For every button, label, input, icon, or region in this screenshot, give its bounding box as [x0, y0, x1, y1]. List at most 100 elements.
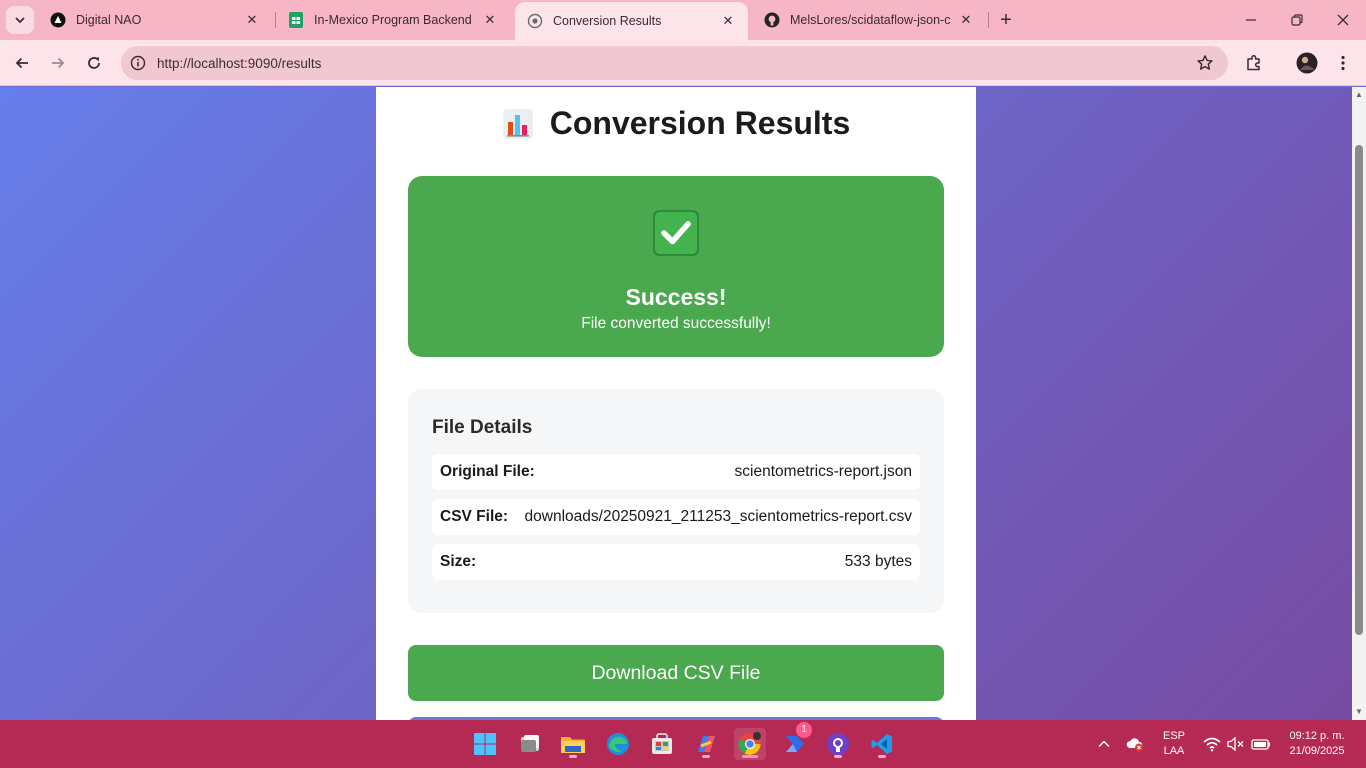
github-desktop-button[interactable]	[822, 728, 854, 760]
copilot-button[interactable]	[690, 728, 722, 760]
bar-chart-icon	[502, 108, 533, 139]
file-explorer-button[interactable]	[557, 728, 589, 760]
page-scrollbar[interactable]: ▲ ▼	[1352, 87, 1366, 720]
browser-menu-button[interactable]	[1329, 49, 1357, 77]
task-view-button[interactable]	[514, 728, 546, 760]
results-card: Conversion Results Success! File convert…	[376, 87, 976, 720]
success-heading: Success!	[625, 284, 727, 310]
download-csv-button[interactable]: Download CSV File	[408, 645, 944, 701]
clock[interactable]: 09:12 p. m. 21/09/2025	[1277, 729, 1357, 759]
active-indicator	[742, 755, 758, 758]
taskbar: 1 ESP LAA 09:12 p. m. 21/09/2025	[0, 720, 1366, 768]
github-icon	[764, 12, 780, 28]
keyboard-layout: LAA	[1163, 745, 1185, 757]
running-indicator	[878, 755, 886, 758]
chevron-up-icon	[1098, 740, 1110, 748]
page-viewport: Conversion Results Success! File convert…	[0, 87, 1352, 720]
detail-label: CSV File:	[440, 508, 509, 525]
forward-button[interactable]	[43, 48, 73, 78]
detail-value: 533 bytes	[844, 553, 912, 570]
store-button[interactable]	[646, 728, 678, 760]
notification-badge: 1	[796, 722, 812, 738]
site-info-icon[interactable]	[129, 54, 147, 72]
more-vertical-icon	[1341, 55, 1345, 71]
volume-muted-icon	[1227, 736, 1244, 752]
reload-icon	[88, 57, 100, 69]
google-sheets-icon	[288, 12, 304, 28]
chrome-button[interactable]	[734, 728, 766, 760]
page-title-text: Conversion Results	[549, 105, 851, 141]
digital-nao-favicon-icon	[50, 12, 66, 28]
close-icon[interactable]: ✕	[720, 13, 736, 29]
minimize-button[interactable]	[1228, 0, 1274, 40]
wifi-icon	[1203, 737, 1221, 752]
file-details-panel: File Details Original File: scientometri…	[408, 389, 944, 613]
scrollbar-thumb[interactable]	[1355, 145, 1363, 635]
folder-icon	[561, 737, 585, 753]
detail-row-csv-file: CSV File: downloads/20250921_211253_scie…	[432, 499, 920, 535]
detail-value: scientometrics-report.json	[734, 463, 912, 480]
bookmark-star-icon[interactable]	[1196, 54, 1214, 72]
scroll-up-icon[interactable]: ▲	[1354, 90, 1364, 100]
extensions-button[interactable]	[1240, 49, 1268, 77]
tab-github-repo[interactable]: MelsLores/scidataflow-json-csv ✕	[752, 0, 986, 40]
chrome-icon	[738, 732, 761, 755]
edge-browser-icon	[607, 733, 629, 755]
close-icon[interactable]: ✕	[958, 12, 974, 28]
show-hidden-icons-button[interactable]	[1096, 736, 1112, 752]
restore-button[interactable]	[1274, 0, 1320, 40]
page-title: Conversion Results	[376, 105, 976, 142]
detail-label: Original File:	[440, 463, 535, 480]
browser-toolbar: http://localhost:9090/results	[0, 40, 1366, 86]
close-icon	[1337, 14, 1349, 26]
back-button[interactable]	[7, 48, 37, 78]
running-indicator	[702, 755, 710, 758]
close-window-button[interactable]	[1320, 0, 1366, 40]
address-bar[interactable]: http://localhost:9090/results	[121, 46, 1228, 80]
vscode-icon	[871, 734, 892, 754]
input-language-indicator[interactable]: ESP LAA	[1158, 729, 1190, 759]
profile-avatar[interactable]	[1293, 49, 1321, 77]
tab-title: Digital NAO	[76, 13, 142, 27]
tab-separator	[988, 12, 989, 28]
scroll-down-icon[interactable]: ▼	[1354, 707, 1364, 717]
edge-button[interactable]	[602, 728, 634, 760]
language-code: ESP	[1162, 730, 1185, 742]
store-icon	[652, 733, 672, 754]
tab-search-button[interactable]	[6, 6, 34, 34]
task-view-icon	[521, 735, 539, 752]
new-tab-button[interactable]: +	[994, 8, 1018, 32]
start-button[interactable]	[469, 728, 501, 760]
onedrive-status-button[interactable]	[1126, 736, 1144, 752]
tab-conversion-results[interactable]: Conversion Results ✕	[515, 2, 748, 40]
running-indicator	[834, 755, 842, 758]
close-icon[interactable]: ✕	[482, 12, 498, 28]
battery-button[interactable]	[1251, 736, 1271, 752]
url-text[interactable]: http://localhost:9090/results	[157, 56, 321, 71]
tab-in-mexico-program[interactable]: In-Mexico Program Backend Gp ✕	[276, 0, 510, 40]
vscode-button[interactable]	[866, 728, 898, 760]
reload-button[interactable]	[79, 48, 109, 78]
arrow-left-icon	[15, 57, 28, 69]
clock-date: 21/09/2025	[1289, 745, 1345, 757]
github-desktop-icon	[827, 733, 849, 755]
tab-digital-nao[interactable]: Digital NAO ✕	[38, 0, 272, 40]
power-automate-button[interactable]: 1	[779, 722, 812, 760]
battery-icon	[1251, 739, 1270, 750]
avatar-icon	[1296, 52, 1318, 74]
windows-logo-icon	[474, 733, 496, 755]
volume-button[interactable]	[1227, 736, 1245, 752]
puzzle-icon	[1247, 54, 1260, 71]
detail-value: downloads/20250921_211253_scientometrics…	[524, 508, 912, 525]
arrow-right-icon	[52, 57, 65, 69]
check-mark-icon	[653, 210, 699, 256]
copilot-icon	[698, 736, 715, 752]
wifi-button[interactable]	[1203, 736, 1221, 752]
close-icon[interactable]: ✕	[244, 12, 260, 28]
clock-time: 09:12 p. m.	[1289, 730, 1345, 742]
restore-icon	[1291, 14, 1303, 26]
chevron-down-icon	[15, 17, 25, 24]
detail-row-size: Size: 533 bytes	[432, 544, 920, 580]
minimize-icon	[1246, 19, 1256, 21]
tab-title: Conversion Results	[553, 14, 662, 28]
